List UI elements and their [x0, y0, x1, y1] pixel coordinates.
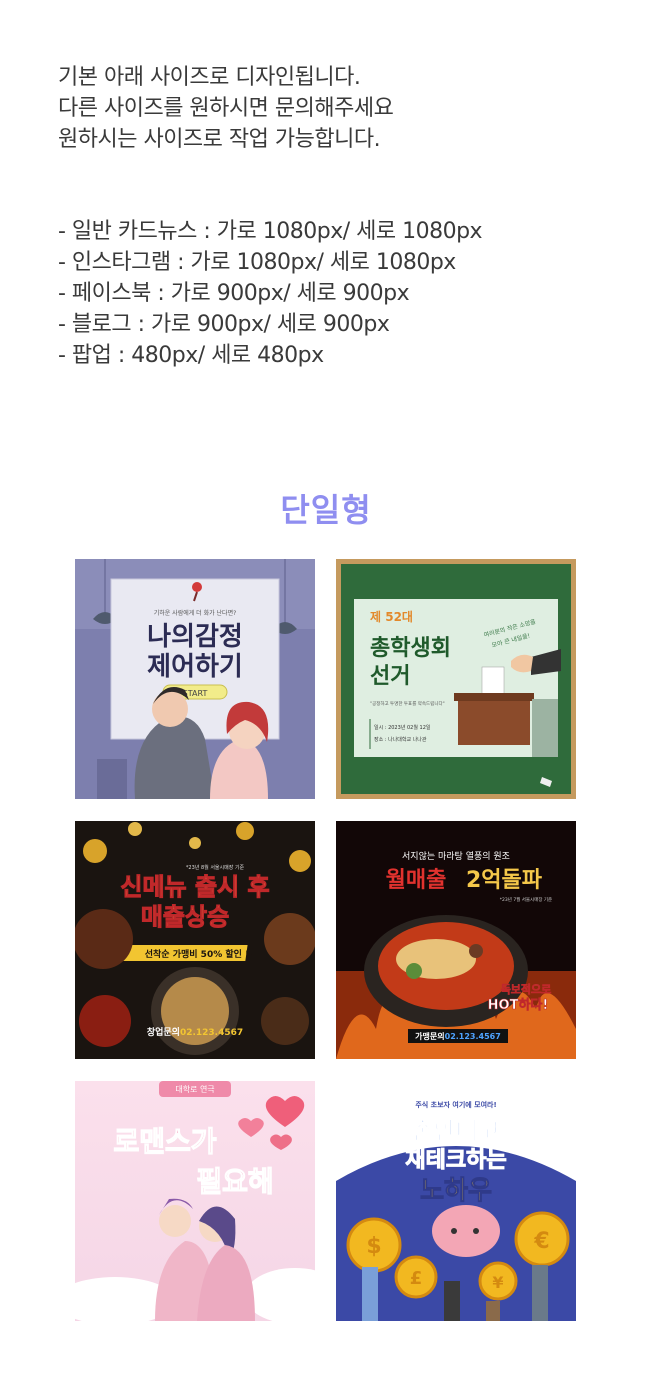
emotion-control-illustration: 기하운 사람에게 더 화가 난다면? 나의감정 제어하기 START — [75, 559, 315, 799]
thumbnail-romance-play[interactable]: 대학로 연극 로맨스가 필요해 — [75, 1081, 315, 1321]
size-spec-item: - 일반 카드뉴스 : 가로 1080px/ 세로 1080px — [58, 219, 483, 244]
investment-title-1: 손안대고 — [412, 1117, 500, 1145]
student-election-illustration: 제 52대 총학생회 선거 "공정하고 투명한 투표를 약속드립니다" 일시 :… — [336, 559, 576, 799]
election-title-2: 선거 — [370, 664, 410, 689]
new-menu-note: *23년 8월 서울시매장 기준 — [186, 864, 245, 871]
intro-line: 기본 아래 사이즈로 디자인됩니다. — [58, 65, 361, 90]
new-menu-title-1: 신메뉴 출시 후 — [120, 873, 269, 901]
election-place: 장소 : 나나대학교 나나관 — [374, 736, 427, 743]
investment-top: 주식 초보자 여기에 모여라! — [415, 1100, 496, 1109]
investment-title-2: 재테크하는 — [405, 1148, 506, 1173]
thumbnail-student-election[interactable]: 제 52대 총학생회 선거 "공정하고 투명한 투표를 약속드립니다" 일시 :… — [336, 559, 576, 799]
malatang-contact-label: 가맹문의 — [415, 1031, 444, 1041]
malatang-title-a: 월매출 — [386, 868, 447, 893]
new-menu-title-2: 매출상승 — [141, 903, 229, 931]
romance-badge: 대학로 연극 — [175, 1084, 214, 1094]
svg-text:£: £ — [410, 1268, 423, 1289]
intro-line: 다른 사이즈를 원하시면 문의해주세요 — [58, 96, 394, 121]
svg-text:창업문의02.123.4567: 창업문의02.123.4567 — [147, 1026, 243, 1038]
election-number: 제 52대 — [370, 610, 413, 624]
thumbnail-emotion-control[interactable]: 기하운 사람에게 더 화가 난다면? 나의감정 제어하기 START — [75, 559, 315, 799]
size-spec-item: - 팝업 : 480px/ 세로 480px — [58, 343, 324, 368]
svg-text:가맹문의02.123.4567: 가맹문의02.123.4567 — [415, 1031, 501, 1041]
investment-title-3: 노하우 — [420, 1176, 492, 1206]
malatang-top: 서지않는 마라탕 열풍의 원조 — [402, 851, 510, 862]
thumbnail-investment[interactable]: 주식 초보자 여기에 모여라! 손안대고 재테크하는 노하우 $ £ ¥ € — [336, 1081, 576, 1321]
romance-play-illustration: 대학로 연극 로맨스가 필요해 — [75, 1081, 315, 1321]
election-note: "공정하고 투명한 투표를 약속드립니다" — [370, 700, 445, 707]
size-spec-item: - 인스타그램 : 가로 1080px/ 세로 1080px — [58, 250, 456, 275]
thumbnail-new-menu[interactable]: *23년 8월 서울시매장 기준 신메뉴 출시 후 매출상승 선착순 가맹비 5… — [75, 821, 315, 1059]
election-date: 일시 : 2023년 02월 12일 — [374, 724, 431, 731]
emotion-subtitle: 기하운 사람에게 더 화가 난다면? — [154, 609, 237, 617]
malatang-illustration: 서지않는 마라탕 열풍의 원조 월매출 2억돌파 *23년 7월 서울시매장 기… — [336, 821, 576, 1059]
intro-text: 기본 아래 사이즈로 디자인됩니다. 다른 사이즈를 원하시면 문의해주세요 원… — [58, 62, 394, 155]
malatang-note: *23년 7월 서울시매장 기준 — [500, 896, 552, 903]
malatang-title-b: 2억돌파 — [466, 868, 543, 893]
romance-title-1: 로맨스가 — [113, 1125, 216, 1158]
svg-text:¥: ¥ — [492, 1273, 503, 1292]
size-spec-item: - 블로그 : 가로 900px/ 세로 900px — [58, 312, 390, 337]
malatang-tag-2: HOT하다! — [488, 997, 549, 1013]
emotion-title-2: 제어하기 — [147, 652, 243, 682]
new-menu-contact-label: 창업문의 — [147, 1026, 180, 1038]
size-spec-item: - 페이스북 : 가로 900px/ 세로 900px — [58, 281, 410, 306]
new-menu-illustration: *23년 8월 서울시매장 기준 신메뉴 출시 후 매출상승 선착순 가맹비 5… — [75, 821, 315, 1059]
svg-text:$: $ — [366, 1234, 381, 1259]
size-spec-list: - 일반 카드뉴스 : 가로 1080px/ 세로 1080px - 인스타그램… — [58, 216, 483, 371]
new-menu-contact-number: 02.123.4567 — [180, 1028, 243, 1038]
new-menu-banner: 선착순 가맹비 50% 할인 !! — [145, 948, 254, 960]
section-title: 단일형 — [280, 491, 372, 529]
emotion-title-1: 나의감정 — [147, 622, 243, 652]
svg-text:€: € — [533, 1229, 549, 1254]
malatang-contact-number: 02.123.4567 — [445, 1032, 501, 1041]
election-title-1: 총학생회 — [370, 636, 451, 661]
romance-title-2: 필요해 — [196, 1165, 273, 1198]
malatang-tag-1: 독보적으로 — [501, 982, 552, 996]
intro-line: 원하시는 사이즈로 작업 가능합니다. — [58, 127, 381, 152]
investment-illustration: 주식 초보자 여기에 모여라! 손안대고 재테크하는 노하우 $ £ ¥ € — [336, 1081, 576, 1321]
thumbnail-malatang[interactable]: 서지않는 마라탕 열풍의 원조 월매출 2억돌파 *23년 7월 서울시매장 기… — [336, 821, 576, 1059]
